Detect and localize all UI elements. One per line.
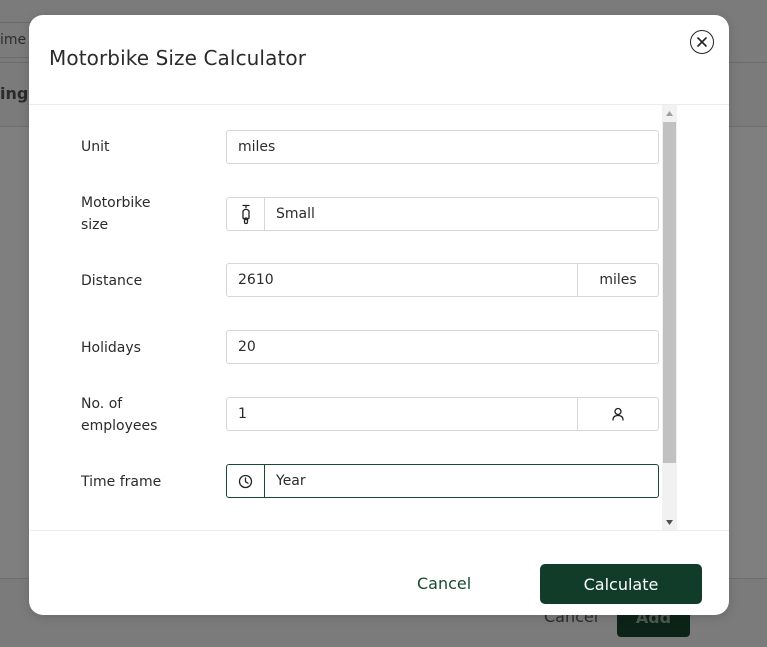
motorbike-size-label: Motorbike size <box>81 192 150 236</box>
modal-header: Motorbike Size Calculator <box>29 15 729 105</box>
distance-input[interactable]: 2610 <box>227 264 577 296</box>
calculate-button[interactable]: Calculate <box>540 564 702 604</box>
scroll-up-button[interactable] <box>662 105 677 121</box>
triangle-up-icon <box>666 110 673 116</box>
close-icon <box>697 37 707 47</box>
scooter-icon <box>241 204 250 225</box>
time-frame-select[interactable]: Year <box>226 464 659 498</box>
employees-label: No. of employees <box>81 393 157 437</box>
modal-title: Motorbike Size Calculator <box>49 46 307 70</box>
motorbike-size-value: Small <box>276 206 315 222</box>
unit-value: miles <box>238 139 276 155</box>
background-heading: ing <box>0 84 29 103</box>
modal-footer: Cancel Calculate <box>29 530 729 615</box>
employees-field: 1 <box>226 397 659 431</box>
employees-label-line2: employees <box>81 418 158 434</box>
clock-icon <box>238 474 253 488</box>
motorbike-size-prefix <box>227 198 265 230</box>
distance-unit-suffix: miles <box>577 264 658 296</box>
unit-label: Unit <box>81 139 110 155</box>
holidays-field: 20 <box>226 330 659 364</box>
motorbike-size-label-line2: size <box>81 217 109 233</box>
scroll-thumb[interactable] <box>663 122 676 463</box>
person-icon <box>612 407 624 421</box>
holidays-label: Holidays <box>81 340 141 356</box>
scroll-down-button[interactable] <box>662 514 677 530</box>
distance-label: Distance <box>81 273 143 289</box>
employees-input[interactable]: 1 <box>227 398 577 430</box>
time-frame-prefix <box>227 465 265 497</box>
time-frame-label: Time frame <box>81 474 162 490</box>
time-frame-value: Year <box>276 473 306 489</box>
triangle-down-icon <box>666 519 673 525</box>
close-button[interactable] <box>690 30 714 54</box>
distance-field: 2610 miles <box>226 263 659 297</box>
employees-suffix <box>577 398 658 430</box>
motorbike-size-label-line1: Motorbike <box>81 195 151 211</box>
cancel-button[interactable]: Cancel <box>417 574 471 593</box>
holidays-input[interactable]: 20 <box>227 331 658 363</box>
motorbike-size-select[interactable]: Small <box>226 197 659 231</box>
motorbike-calculator-modal: Motorbike Size Calculator Unit miles Mot… <box>29 15 729 615</box>
employees-label-line1: No. of <box>81 396 123 412</box>
unit-select[interactable]: miles <box>226 130 659 164</box>
modal-body: Unit miles Motorbike size Small Distance… <box>29 105 677 530</box>
modal-scrollbar[interactable] <box>662 105 677 530</box>
